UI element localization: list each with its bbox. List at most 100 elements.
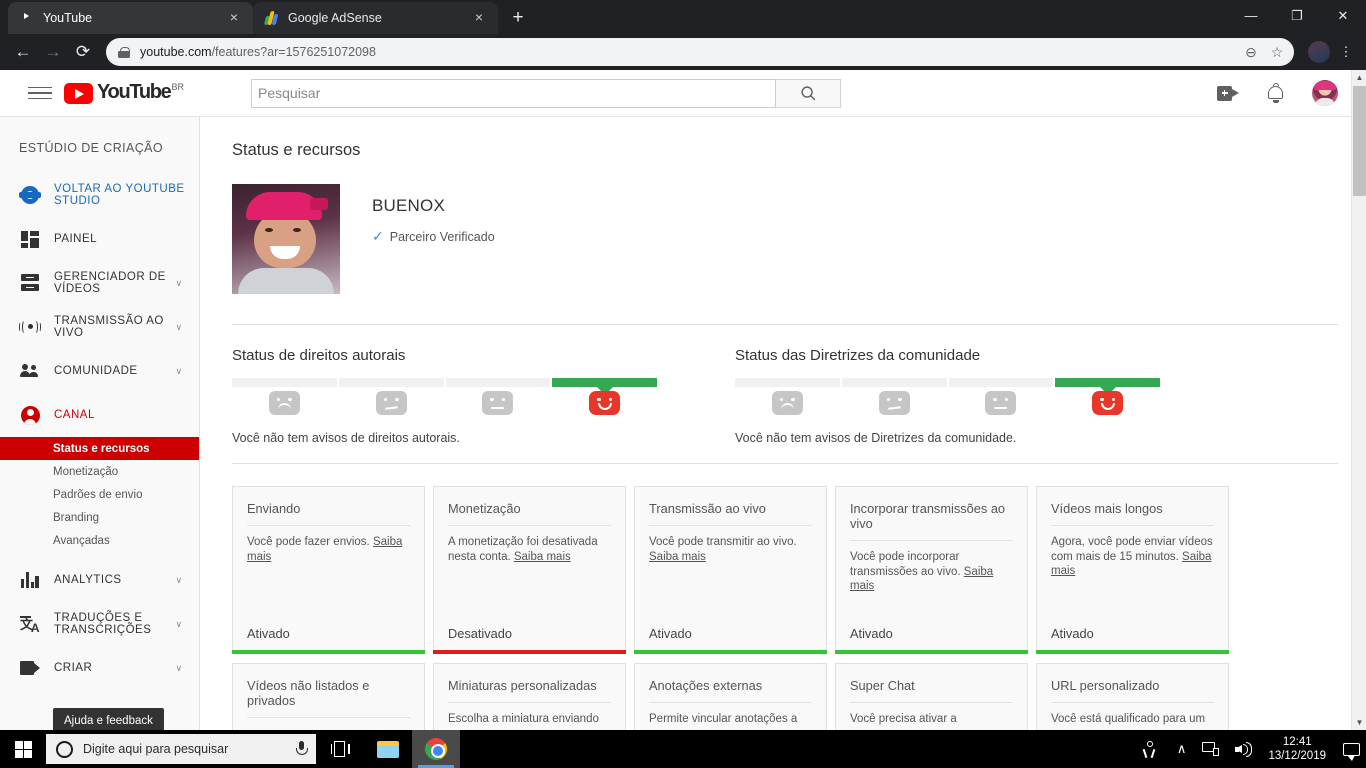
minimize-button[interactable]: —: [1228, 0, 1274, 32]
chrome-taskbar-button[interactable]: [412, 730, 460, 768]
help-feedback-button[interactable]: Ajuda e feedback: [53, 708, 164, 730]
card-title: Miniaturas personalizadas: [448, 678, 611, 703]
youtube-logo[interactable]: YouTube BR: [64, 82, 184, 104]
scroll-up-icon[interactable]: ▲: [1352, 70, 1366, 85]
clock-time: 12:41: [1282, 736, 1312, 748]
action-center-button[interactable]: [1336, 742, 1366, 761]
address-bar[interactable]: youtube.com/features?ar=1576251072098 ⊖ …: [106, 38, 1294, 66]
account-avatar[interactable]: [1312, 80, 1338, 106]
main-content: Status e recursos BUENOX ✓ Parceiro Veri…: [200, 117, 1366, 730]
status-bar-segment: [948, 378, 1054, 387]
card-status-underline: [433, 650, 626, 654]
close-icon[interactable]: ×: [470, 9, 488, 27]
microphone-icon[interactable]: [294, 740, 308, 758]
chevron-down-icon[interactable]: ∨: [173, 663, 185, 674]
sidebar-subitem-status-e-recursos[interactable]: Status e recursos: [0, 437, 199, 460]
close-icon[interactable]: ×: [225, 9, 243, 27]
sidebar-subitem-padroes-de-envio[interactable]: Padrões de envio: [0, 483, 199, 506]
card-description: Você pode fazer envios. Saiba mais: [247, 526, 410, 564]
video-camera-plus-icon[interactable]: [1217, 85, 1239, 101]
meh-face-icon: [375, 391, 407, 415]
sidebar-item-label: GERENCIADOR DE VÍDEOS: [54, 271, 166, 295]
sidebar-item-analytics[interactable]: ANALYTICS ∨: [0, 558, 199, 602]
chrome-menu-icon[interactable]: ⋮: [1334, 45, 1358, 58]
chevron-down-icon[interactable]: ∨: [173, 322, 185, 333]
window-controls: — ❐ ✕: [1228, 0, 1366, 32]
chevron-down-icon[interactable]: ∨: [173, 366, 185, 377]
feature-card-monetizacao: Monetização A monetização foi desativada…: [433, 486, 626, 654]
card-state: Ativado: [1051, 626, 1094, 641]
sidebar-item-traducoes-transcricoes[interactable]: 文A TRADUÇÕES E TRANSCRIÇÕES ∨: [0, 602, 199, 646]
chevron-down-icon[interactable]: ∨: [173, 619, 185, 630]
divider: [232, 324, 1338, 325]
close-window-button[interactable]: ✕: [1320, 0, 1366, 32]
sidebar-item-transmissao-ao-vivo[interactable]: TRANSMISSÃO AO VIVO ∨: [0, 305, 199, 349]
back-button[interactable]: ←: [8, 37, 38, 67]
browser-profile-avatar[interactable]: [1308, 41, 1330, 63]
sidebar-item-canal[interactable]: CANAL: [0, 393, 199, 437]
dashboard-icon: [19, 230, 41, 248]
analytics-icon: [19, 572, 41, 588]
card-title: Monetização: [448, 501, 611, 526]
file-explorer-button[interactable]: [364, 730, 412, 768]
maximize-button[interactable]: ❐: [1274, 0, 1320, 32]
status-bar-segment: [232, 378, 337, 387]
chevron-down-icon[interactable]: ∨: [173, 575, 185, 586]
forward-button[interactable]: →: [38, 37, 68, 67]
card-status-underline: [1036, 650, 1229, 654]
sidebar-item-label: COMUNIDADE: [54, 365, 138, 377]
clock[interactable]: 12:41 13/12/2019: [1262, 735, 1336, 763]
sidebar-item-painel[interactable]: PAINEL: [0, 217, 199, 261]
cortana-circle-icon: [56, 740, 73, 758]
search-button[interactable]: [776, 78, 841, 108]
saiba-mais-link[interactable]: Saiba mais: [514, 551, 571, 563]
lock-icon: [118, 47, 130, 58]
sidebar-item-gerenciador-videos[interactable]: GERENCIADOR DE VÍDEOS ∨: [0, 261, 199, 305]
tab-title: YouTube: [43, 11, 93, 25]
status-faces: [232, 391, 657, 415]
zoom-out-icon[interactable]: ⊖: [1238, 39, 1264, 65]
sidebar-subitem-avancadas[interactable]: Avançadas: [0, 529, 199, 552]
search-icon: [800, 85, 815, 100]
status-sections: Status de direitos autorais Você não tem…: [232, 347, 1338, 445]
scrollbar-thumb[interactable]: [1353, 86, 1366, 196]
youtube-play-icon: [64, 83, 93, 104]
search-input[interactable]: Pesquisar: [251, 78, 776, 108]
feature-cards-row-1: Enviando Você pode fazer envios. Saiba m…: [232, 486, 1338, 654]
chevron-down-icon[interactable]: ∨: [173, 278, 185, 289]
reload-button[interactable]: ⟳: [68, 37, 98, 67]
tab-google-adsense[interactable]: Google AdSense ×: [253, 2, 498, 34]
task-view-button[interactable]: [316, 730, 364, 768]
sidebar-item-label: TRADUÇÕES E TRANSCRIÇÕES: [54, 612, 152, 636]
volume-icon: [1235, 741, 1254, 757]
feature-card-videos-nao-listados: Vídeos não listados e privados: [232, 663, 425, 730]
scroll-down-icon[interactable]: ▼: [1352, 715, 1366, 730]
card-description: Permite vincular anotações a: [649, 713, 798, 725]
tab-youtube[interactable]: YouTube ×: [8, 2, 253, 34]
show-hidden-icons-button[interactable]: ∧: [1169, 730, 1195, 768]
sidebar-item-comunidade[interactable]: COMUNIDADE ∨: [0, 349, 199, 393]
sidebar-item-criar[interactable]: CRIAR ∨: [0, 646, 199, 690]
url-path: /features?ar=1576251072098: [211, 45, 376, 59]
status-note: Você não tem avisos de direitos autorais…: [232, 431, 460, 445]
url-text: youtube.com/features?ar=1576251072098: [140, 45, 1238, 59]
start-button[interactable]: [0, 730, 46, 768]
hamburger-icon[interactable]: [28, 83, 52, 104]
sidebar-subitem-branding[interactable]: Branding: [0, 506, 199, 529]
card-desc-text: Você pode transmitir ao vivo.: [649, 536, 797, 548]
new-tab-button[interactable]: +: [504, 4, 532, 32]
volume-button[interactable]: [1227, 730, 1262, 768]
bookmark-star-icon[interactable]: ☆: [1264, 39, 1290, 65]
status-bar-segment: [841, 378, 947, 387]
page-scrollbar[interactable]: ▲ ▼: [1351, 70, 1366, 730]
sidebar-subitem-monetizacao[interactable]: Monetização: [0, 460, 199, 483]
bell-icon[interactable]: [1267, 83, 1284, 103]
people-share-button[interactable]: [1135, 730, 1169, 768]
meh-face-icon: [878, 391, 910, 415]
network-button[interactable]: [1194, 730, 1227, 768]
feature-card-transmissao-ao-vivo: Transmissão ao vivo Você pode transmitir…: [634, 486, 827, 654]
sidebar-item-voltar-studio[interactable]: VOLTAR AO YOUTUBE STUDIO: [0, 173, 199, 217]
saiba-mais-link[interactable]: Saiba mais: [649, 551, 706, 563]
card-status-underline: [634, 650, 827, 654]
taskbar-search-input[interactable]: Digite aqui para pesquisar: [46, 734, 316, 764]
